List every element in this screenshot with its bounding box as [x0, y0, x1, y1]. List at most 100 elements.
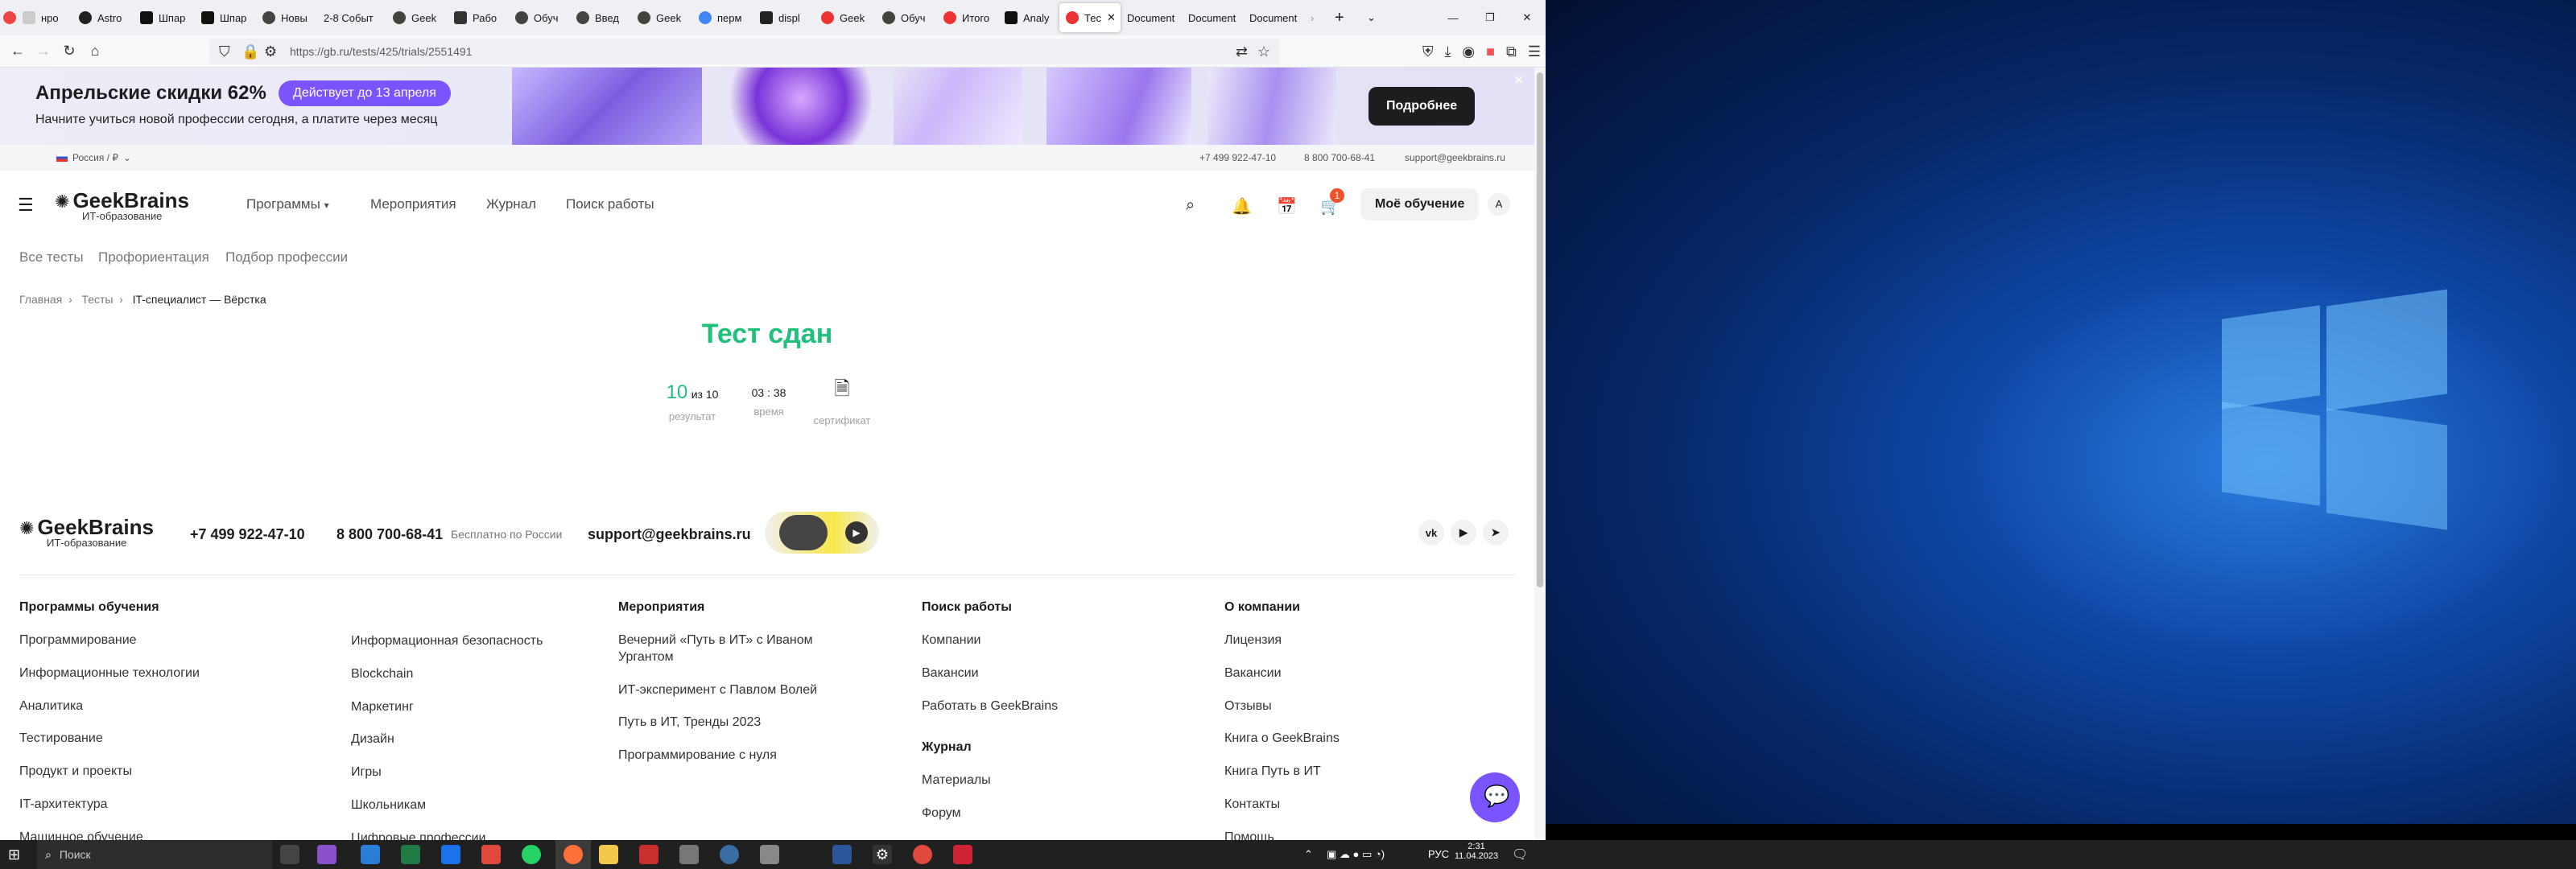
- footer-link[interactable]: Информационные технологии: [19, 665, 325, 682]
- site-logo[interactable]: ✺ GeekBrains ИТ-образование: [55, 188, 189, 222]
- tab[interactable]: Обуч: [876, 0, 937, 35]
- certificate-stat[interactable]: 🗎 сертификат: [808, 375, 876, 426]
- footer-link[interactable]: Форум: [922, 805, 1163, 822]
- tab[interactable]: Рабо: [448, 0, 509, 35]
- top-email[interactable]: support@geekbrains.ru: [1405, 152, 1505, 163]
- app-icon[interactable]: [481, 845, 501, 864]
- footer-link[interactable]: Цифровые профессии: [351, 830, 609, 840]
- tray-overflow-icon[interactable]: ⌃: [1304, 848, 1313, 861]
- nav-programs[interactable]: Программы ▾: [246, 196, 329, 212]
- footer-link[interactable]: Программирование: [19, 632, 325, 649]
- tab[interactable]: Введ: [570, 0, 631, 35]
- footer-logo[interactable]: ✺ GeekBrains ИТ-образование: [19, 515, 154, 549]
- footer-link[interactable]: Продукт и проекты: [19, 764, 325, 780]
- extensions-icon[interactable]: ⧉: [1506, 43, 1517, 60]
- settings-icon[interactable]: ⚙: [873, 845, 892, 864]
- scrollbar-thumb[interactable]: [1537, 72, 1543, 587]
- new-tab-icon[interactable]: +: [1328, 0, 1360, 35]
- input-language[interactable]: РУС: [1428, 848, 1449, 860]
- tab[interactable]: Geek: [386, 0, 448, 35]
- pocket-icon[interactable]: ⛨: [1422, 43, 1434, 60]
- tab-active[interactable]: Тес ✕: [1059, 3, 1121, 32]
- tab[interactable]: Document: [1182, 0, 1243, 35]
- footer-phone-2[interactable]: 8 800 700-68-41: [336, 526, 443, 543]
- footer-link[interactable]: Программирование с нуля: [618, 748, 844, 764]
- nav-jobs[interactable]: Поиск работы: [566, 196, 654, 212]
- close-tab-icon[interactable]: ✕: [1107, 11, 1116, 24]
- footer-link[interactable]: Игры: [351, 764, 609, 781]
- tab[interactable]: Analy: [998, 0, 1059, 35]
- file-explorer-icon[interactable]: [599, 845, 618, 864]
- footer-link[interactable]: Контакты: [1224, 797, 1466, 813]
- footer-link[interactable]: Путь в ИТ, Тренды 2023: [618, 715, 844, 731]
- tab[interactable]: Шпар: [134, 0, 195, 35]
- word-icon[interactable]: [832, 845, 852, 864]
- tab[interactable]: нро: [16, 0, 72, 35]
- footer-link[interactable]: Материалы: [922, 772, 1163, 789]
- start-icon[interactable]: ⊞: [8, 846, 20, 863]
- footer-video-promo[interactable]: ▶: [765, 512, 879, 554]
- top-phone-2[interactable]: 8 800 700-68-41: [1304, 152, 1375, 163]
- footer-link[interactable]: Вечерний «Путь в ИТ» с Иваном Ургантом: [618, 632, 844, 666]
- zoom-icon[interactable]: [441, 845, 460, 864]
- breadcrumb-tests[interactable]: Тесты: [81, 293, 113, 306]
- visual-studio-icon[interactable]: [317, 845, 336, 864]
- taskbar-search[interactable]: ⌕ Поиск: [37, 840, 272, 869]
- firefox-task[interactable]: [555, 840, 591, 869]
- certificate-icon[interactable]: 🗎: [808, 375, 876, 408]
- tab[interactable]: Geek: [631, 0, 692, 35]
- youtube-icon[interactable]: ▶: [1451, 520, 1476, 546]
- maximize-icon[interactable]: ❐: [1472, 0, 1509, 35]
- permissions-icon[interactable]: ⚙: [264, 43, 277, 60]
- close-window-icon[interactable]: ✕: [1509, 0, 1546, 35]
- nav-journal[interactable]: Журнал: [486, 196, 536, 212]
- lock-icon[interactable]: 🔒: [242, 43, 259, 60]
- scroll-tabs-right-icon[interactable]: ›: [1304, 0, 1328, 35]
- my-learning-button[interactable]: Моё обучение: [1360, 188, 1480, 220]
- footer-link[interactable]: Маркетинг: [351, 699, 609, 716]
- calendar-icon[interactable]: 📅: [1277, 196, 1297, 216]
- reload-icon[interactable]: ↻: [56, 39, 82, 64]
- footer-phone-1[interactable]: +7 499 922-47-10: [190, 526, 305, 543]
- app-icon[interactable]: [760, 845, 779, 864]
- vscode-icon[interactable]: [361, 845, 380, 864]
- shield-icon[interactable]: ⛉: [219, 43, 230, 60]
- page-scrollbar[interactable]: [1534, 68, 1546, 840]
- tab[interactable]: Document: [1243, 0, 1304, 35]
- bell-icon[interactable]: 🔔: [1232, 196, 1252, 216]
- notifications-icon[interactable]: 🗨: [1512, 846, 1528, 863]
- banner-close-icon[interactable]: ✕: [1513, 72, 1524, 89]
- tab[interactable]: 2-8 Событ: [317, 0, 386, 35]
- footer-link[interactable]: Машинное обучение: [19, 830, 325, 840]
- footer-link[interactable]: Blockchain: [351, 666, 609, 683]
- clock[interactable]: 2:31 11.04.2023: [1454, 842, 1499, 861]
- tab[interactable]: Итого: [937, 0, 998, 35]
- footer-link[interactable]: Компании: [922, 632, 1163, 649]
- footer-link[interactable]: Книга Путь в ИТ: [1224, 764, 1466, 780]
- account-icon[interactable]: ◉: [1462, 43, 1475, 60]
- app-icon[interactable]: [679, 845, 699, 864]
- footer-link[interactable]: Дизайн: [351, 731, 609, 748]
- breadcrumb-home[interactable]: Главная: [19, 293, 62, 306]
- footer-link[interactable]: Вакансии: [922, 665, 1163, 682]
- tab[interactable]: Astro: [72, 0, 134, 35]
- subnav-profession-match[interactable]: Подбор профессии: [225, 249, 348, 266]
- app-icon[interactable]: [913, 845, 932, 864]
- footer-link[interactable]: Лицензия: [1224, 632, 1466, 649]
- tab[interactable]: Новы: [256, 0, 317, 35]
- app-icon[interactable]: [720, 845, 739, 864]
- banner-more-button[interactable]: Подробнее: [1368, 87, 1476, 126]
- footer-link[interactable]: ИТ-эксперимент с Павлом Волей: [618, 682, 844, 699]
- minimize-icon[interactable]: —: [1435, 0, 1472, 35]
- vk-icon[interactable]: vk: [1418, 520, 1444, 546]
- chat-button[interactable]: 💬: [1470, 772, 1520, 822]
- task-view-icon[interactable]: [280, 845, 299, 864]
- whatsapp-icon[interactable]: [522, 845, 541, 864]
- tab[interactable]: Обуч: [509, 0, 570, 35]
- back-icon[interactable]: ←: [5, 39, 31, 64]
- region-select[interactable]: Россия / ₽ ⌄: [56, 152, 131, 163]
- footer-link[interactable]: Помощь: [1224, 830, 1466, 840]
- extension-icon[interactable]: ■: [1486, 43, 1495, 60]
- list-tabs-icon[interactable]: ⌄: [1360, 0, 1393, 35]
- tab[interactable]: displ: [753, 0, 815, 35]
